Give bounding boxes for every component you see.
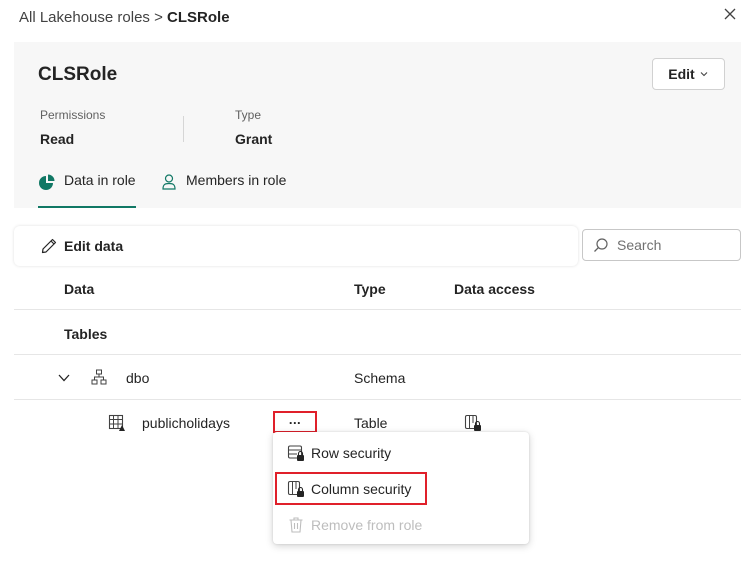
edit-data-button[interactable]: Edit data	[40, 237, 123, 255]
breadcrumb-current: CLSRole	[167, 9, 230, 26]
menu-item-label: Row security	[311, 445, 392, 461]
meta-divider	[183, 116, 184, 142]
search-icon	[594, 238, 608, 252]
context-menu: Row security Column security Remove from…	[273, 432, 529, 544]
menu-item-row-security[interactable]: Row security	[287, 444, 391, 462]
edit-button[interactable]: Edit	[652, 58, 725, 90]
pie-chart-icon	[39, 174, 55, 190]
menu-item-label: Remove from role	[311, 517, 423, 533]
column-header-data-access[interactable]: Data access	[454, 281, 535, 297]
person-icon	[162, 174, 176, 190]
row-name: publicholidays	[142, 415, 230, 431]
permissions-value: Read	[40, 131, 75, 147]
menu-item-label: Column security	[311, 481, 412, 497]
tab-members-in-role[interactable]: Members in role	[160, 172, 286, 208]
edit-data-label: Edit data	[64, 238, 124, 254]
toolbar: Edit data	[14, 226, 578, 266]
menu-item-column-security[interactable]: Column security	[287, 480, 411, 498]
search-input[interactable]	[617, 237, 727, 253]
column-header-data[interactable]: Data	[64, 281, 94, 297]
trash-icon	[289, 517, 303, 533]
tab-label: Members in role	[186, 172, 287, 188]
pencil-icon	[41, 238, 57, 254]
row-divider	[14, 399, 741, 400]
permissions-label: Permissions	[40, 108, 106, 122]
search-box[interactable]	[582, 229, 741, 261]
type-value: Grant	[235, 131, 273, 147]
section-label: Tables	[64, 326, 108, 342]
column-lock-icon	[464, 414, 481, 431]
menu-item-remove-from-role: Remove from role	[287, 516, 422, 534]
table-icon	[108, 414, 125, 431]
more-options-button[interactable]: ...	[273, 411, 317, 433]
schema-icon	[91, 369, 107, 385]
chevron-down-icon	[700, 72, 708, 77]
row-type: Table	[354, 415, 388, 431]
breadcrumb: All Lakehouse roles > CLSRole	[19, 9, 230, 26]
row-name: dbo	[126, 370, 150, 386]
tab-data-in-role[interactable]: Data in role	[38, 172, 136, 208]
row-divider	[14, 354, 741, 355]
more-icon: ...	[288, 412, 302, 427]
row-type: Schema	[354, 370, 406, 386]
column-header-type[interactable]: Type	[354, 281, 386, 297]
edit-button-label: Edit	[668, 66, 695, 82]
chevron-down-icon[interactable]	[57, 372, 71, 384]
breadcrumb-separator: >	[154, 9, 163, 26]
column-security-icon	[287, 480, 304, 497]
role-title: CLSRole	[38, 64, 118, 85]
role-header: CLSRole Edit Permissions Read Type Grant…	[14, 42, 741, 208]
breadcrumb-parent[interactable]: All Lakehouse roles	[19, 9, 150, 26]
row-security-icon	[287, 445, 304, 461]
close-icon[interactable]	[722, 6, 738, 22]
row-divider	[14, 309, 741, 310]
tab-label: Data in role	[64, 172, 136, 188]
type-label: Type	[235, 108, 262, 122]
